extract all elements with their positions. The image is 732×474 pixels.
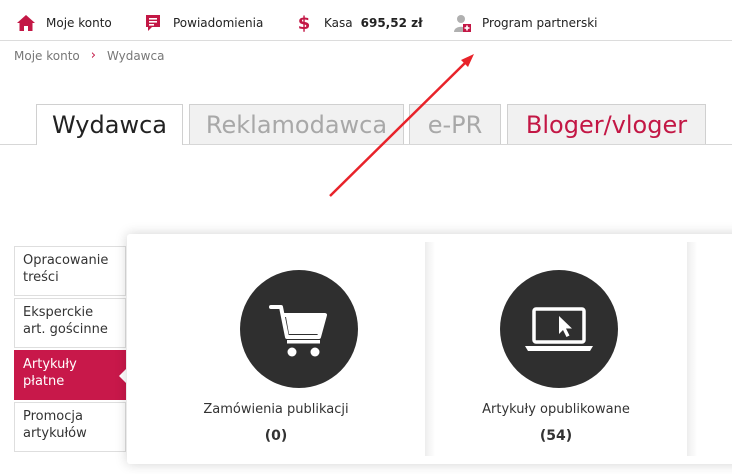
- tab-reklamodawca[interactable]: Reklamodawca: [189, 104, 404, 144]
- sidebar-item-artykuly-platne[interactable]: Artykuły płatne: [14, 350, 126, 400]
- sidebar-item-eksperckie[interactable]: Eksperckie art. gościnne: [14, 298, 126, 348]
- top-bar: Moje konto Powiadomienia $ Kasa 695,52 z…: [0, 0, 732, 41]
- notifications-link[interactable]: Powiadomienia: [141, 11, 263, 35]
- kasa-label: Kasa: [324, 16, 353, 30]
- breadcrumb: Moje konto › Wydawca: [14, 48, 164, 63]
- orders-count: (0): [264, 428, 288, 444]
- orders-label: Zamówienia publikacji: [203, 402, 349, 417]
- tab-wydawca[interactable]: Wydawca: [36, 104, 183, 145]
- cart-icon[interactable]: [240, 270, 358, 388]
- home-icon: [14, 11, 38, 35]
- partner-program-link[interactable]: Program partnerski: [450, 11, 598, 35]
- tab-bar: Wydawca Reklamodawca e-PR Bloger/vloger: [0, 104, 732, 145]
- content-panel: Zamówienia publikacji (0) Artykuły opubl…: [127, 234, 732, 464]
- tab-epr[interactable]: e-PR: [409, 104, 501, 144]
- partner-label: Program partnerski: [482, 16, 598, 30]
- partner-user-icon: [450, 11, 474, 35]
- chevron-right-icon: ›: [90, 48, 96, 63]
- card-divider: [687, 242, 697, 456]
- sidebar-item-promocja[interactable]: Promocja artykułów: [14, 402, 126, 452]
- orders-card[interactable]: Zamówienia publikacji (0): [127, 234, 425, 464]
- account-label: Moje konto: [46, 16, 112, 30]
- notifications-label: Powiadomienia: [173, 16, 264, 30]
- account-link[interactable]: Moje konto: [14, 11, 112, 35]
- kasa-link[interactable]: $ Kasa 695,52 zł: [292, 11, 423, 35]
- breadcrumb-current: Wydawca: [106, 48, 165, 63]
- tab-bloger-vloger[interactable]: Bloger/vloger: [507, 104, 706, 144]
- notification-icon: [141, 11, 165, 35]
- sidebar-item-opracowanie[interactable]: Opracowanie treści: [14, 246, 126, 296]
- dollar-icon: $: [297, 12, 311, 34]
- published-count: (54): [539, 428, 573, 444]
- breadcrumb-home[interactable]: Moje konto: [14, 49, 80, 63]
- laptop-cursor-icon[interactable]: [500, 270, 618, 388]
- kasa-amount: 695,52 zł: [360, 16, 423, 30]
- published-label: Artykuły opublikowane: [482, 402, 630, 417]
- published-card[interactable]: Artykuły opublikowane (54): [425, 234, 687, 464]
